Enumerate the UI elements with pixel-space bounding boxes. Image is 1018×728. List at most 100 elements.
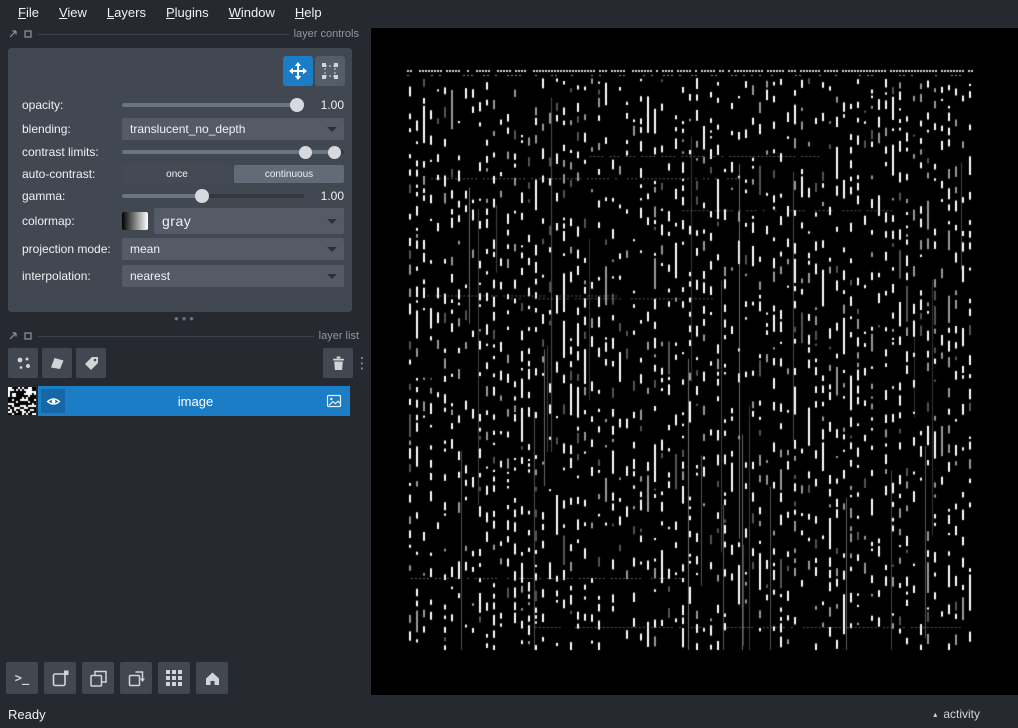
colormap-row: colormap: gray [22, 210, 344, 232]
chevron-down-icon [327, 247, 337, 252]
new-labels-layer-button[interactable] [76, 348, 106, 378]
ndisplay-toggle-button[interactable] [44, 662, 76, 694]
dock-separator-line [38, 34, 289, 35]
menu-view[interactable]: View [49, 3, 97, 22]
colormap-swatch[interactable] [122, 212, 148, 230]
interpolation-value: nearest [130, 269, 170, 283]
contrast-min-handle[interactable] [299, 146, 312, 159]
opacity-control: 1.00 [122, 97, 344, 113]
interpolation-row: interpolation: nearest [22, 265, 344, 287]
chevron-down-icon [327, 274, 337, 279]
hide-dock-icon[interactable] [23, 331, 33, 341]
layer-thumbnail[interactable] [8, 387, 36, 415]
dock-resize-handle[interactable]: ••• [0, 314, 371, 324]
mode-buttons [283, 56, 345, 86]
layer-visibility-button[interactable] [41, 389, 65, 413]
activity-button[interactable]: ▴ activity [933, 707, 980, 721]
chevron-down-icon [327, 219, 337, 224]
more-options-icon[interactable]: ⋮ [353, 354, 371, 372]
chevron-down-icon [327, 127, 337, 132]
home-icon [203, 669, 222, 688]
colormap-label: colormap: [22, 214, 122, 228]
slider-handle[interactable] [290, 98, 304, 112]
caret-up-icon: ▴ [933, 710, 937, 719]
slider-fill [122, 103, 304, 107]
transform-icon [321, 62, 339, 80]
gamma-slider[interactable] [122, 188, 304, 204]
contrast-limits-row: contrast limits: [22, 141, 344, 163]
viewer-canvas[interactable] [371, 28, 1018, 695]
selected-layer-item[interactable]: image [38, 386, 350, 416]
autocontrast-continuous-button[interactable]: continuous [234, 165, 344, 183]
shapes-icon [49, 355, 66, 372]
projection-mode-value: mean [130, 242, 160, 256]
points-icon [15, 355, 32, 372]
layer-list-toolbar: ⋮ [8, 348, 371, 378]
transpose-dimensions-button[interactable] [120, 662, 152, 694]
slider-fill [122, 194, 202, 198]
roll-dimensions-button[interactable] [82, 662, 114, 694]
menu-window[interactable]: Window [219, 3, 285, 22]
layer-name: image [65, 394, 326, 409]
interpolation-dropdown[interactable]: nearest [122, 265, 344, 287]
layer-row[interactable]: image [8, 386, 350, 416]
grid-icon [165, 669, 183, 687]
auto-contrast-label: auto-contrast: [22, 167, 122, 181]
console-icon: >_ [15, 671, 29, 685]
viewer-toolbar: >_ [6, 662, 228, 694]
console-button[interactable]: >_ [6, 662, 38, 694]
delete-layer-button[interactable] [323, 348, 353, 378]
labels-tag-icon [83, 355, 100, 372]
home-reset-view-button[interactable] [196, 662, 228, 694]
trash-icon [330, 355, 347, 372]
pan-zoom-mode-button[interactable] [283, 56, 313, 86]
projection-mode-label: projection mode: [22, 242, 122, 256]
contrast-limits-label: contrast limits: [22, 145, 122, 159]
float-dock-icon[interactable] [8, 29, 18, 39]
contrast-max-handle[interactable] [328, 146, 341, 159]
contrast-limits-range-slider[interactable] [122, 144, 344, 160]
napari-window: File View Layers Plugins Window Help lay… [0, 0, 1018, 728]
ndisplay-icon [51, 669, 70, 688]
menu-file[interactable]: File [8, 3, 49, 22]
colormap-dropdown[interactable]: gray [154, 208, 344, 234]
image-layer-type-icon [326, 393, 344, 409]
opacity-row: opacity: 1.00 [22, 94, 344, 116]
activity-label: activity [943, 707, 980, 721]
layer-controls-dock-header: layer controls [8, 26, 359, 42]
gamma-row: gamma: 1.00 [22, 185, 344, 207]
eye-icon [46, 394, 61, 409]
slider-handle[interactable] [195, 189, 209, 203]
left-panel: layer controls [0, 24, 371, 700]
status-bar: Ready ▴ activity [0, 700, 1018, 728]
layer-list-dock-header: layer list [8, 328, 359, 344]
auto-contrast-row: auto-contrast: once continuous [22, 163, 344, 185]
gamma-label: gamma: [22, 189, 122, 203]
projection-mode-row: projection mode: mean [22, 238, 344, 260]
autocontrast-once-button[interactable]: once [122, 165, 232, 183]
blending-dropdown[interactable]: translucent_no_depth [122, 118, 344, 140]
gamma-value: 1.00 [310, 189, 344, 203]
blending-label: blending: [22, 122, 122, 136]
interpolation-label: interpolation: [22, 269, 122, 283]
transpose-icon [127, 669, 146, 688]
hide-dock-icon[interactable] [23, 29, 33, 39]
menu-bar: File View Layers Plugins Window Help [0, 0, 1018, 24]
float-dock-icon[interactable] [8, 331, 18, 341]
menu-help[interactable]: Help [285, 3, 332, 22]
opacity-slider[interactable] [122, 97, 304, 113]
grid-mode-button[interactable] [158, 662, 190, 694]
opacity-label: opacity: [22, 98, 122, 112]
viewer-canvas-area [371, 24, 1018, 700]
layer-controls-panel: opacity: 1.00 blending: translucent_no_d… [8, 48, 352, 312]
menu-layers[interactable]: Layers [97, 3, 156, 22]
new-points-layer-button[interactable] [8, 348, 38, 378]
layers-stack-icon [89, 669, 108, 688]
status-text: Ready [8, 707, 46, 722]
new-shapes-layer-button[interactable] [42, 348, 72, 378]
projection-mode-dropdown[interactable]: mean [122, 238, 344, 260]
menu-plugins[interactable]: Plugins [156, 3, 219, 22]
layer-controls-title: layer controls [294, 28, 359, 40]
dock-separator-line [38, 336, 314, 337]
transform-mode-button[interactable] [315, 56, 345, 86]
